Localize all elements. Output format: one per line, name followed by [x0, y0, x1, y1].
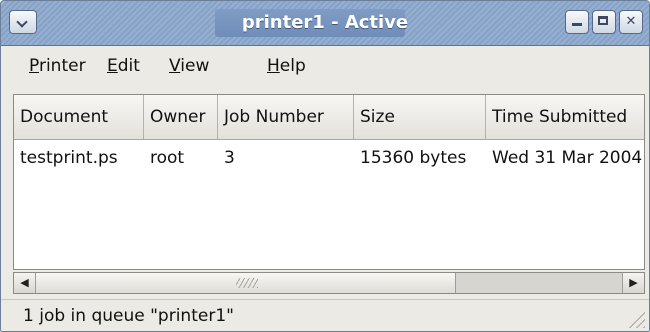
menu-printer[interactable]: Printer — [23, 54, 92, 78]
table-row[interactable]: testprint.ps root 3 15360 bytes Wed 31 M… — [14, 140, 644, 176]
column-header-time-submitted[interactable]: Time Submitted — [486, 95, 644, 139]
title-bar[interactable]: printer1 - Active ✕ — [1, 1, 649, 46]
window-title: printer1 - Active — [241, 12, 409, 33]
horizontal-scrollbar[interactable]: ◀ ▶ — [13, 272, 645, 294]
printer-window: printer1 - Active ✕ Printer Edit View He… — [0, 0, 650, 332]
close-icon: ✕ — [625, 14, 637, 29]
cell-owner: root — [150, 148, 185, 168]
window-menu-icon — [16, 16, 28, 28]
scroll-right-button[interactable]: ▶ — [622, 273, 644, 293]
cell-time-submitted: Wed 31 Mar 2004 — [492, 148, 643, 168]
scroll-left-button[interactable]: ◀ — [14, 273, 36, 293]
job-list[interactable]: Document Owner Job Number Size Time Subm… — [13, 94, 645, 270]
scrollbar-grip-icon — [236, 278, 258, 288]
column-header-job-number[interactable]: Job Number — [218, 95, 354, 139]
cell-size: 15360 bytes — [360, 148, 467, 168]
maximize-icon — [598, 16, 608, 25]
column-header-size[interactable]: Size — [354, 95, 486, 139]
cell-job-number: 3 — [224, 148, 235, 168]
menu-edit[interactable]: Edit — [101, 54, 146, 78]
scroll-right-icon: ▶ — [629, 276, 638, 289]
menu-help[interactable]: Help — [261, 54, 312, 78]
resize-grip-icon[interactable] — [627, 310, 645, 328]
column-header-owner[interactable]: Owner — [144, 95, 218, 139]
status-text: 1 job in queue "printer1" — [23, 306, 234, 326]
window-menu-button[interactable] — [9, 10, 37, 34]
status-bar: 1 job in queue "printer1" — [1, 299, 649, 331]
menu-view[interactable]: View — [163, 54, 215, 78]
scrollbar-thumb[interactable] — [36, 273, 456, 293]
close-button[interactable]: ✕ — [619, 10, 643, 34]
minimize-icon — [572, 23, 582, 26]
column-header-document[interactable]: Document — [14, 95, 144, 139]
job-list-header: Document Owner Job Number Size Time Subm… — [14, 95, 644, 140]
cell-document: testprint.ps — [20, 148, 118, 168]
maximize-button[interactable] — [592, 10, 616, 34]
menu-bar: Printer Edit View Help — [1, 46, 649, 86]
scroll-left-icon: ◀ — [20, 276, 29, 289]
minimize-button[interactable] — [565, 10, 589, 34]
